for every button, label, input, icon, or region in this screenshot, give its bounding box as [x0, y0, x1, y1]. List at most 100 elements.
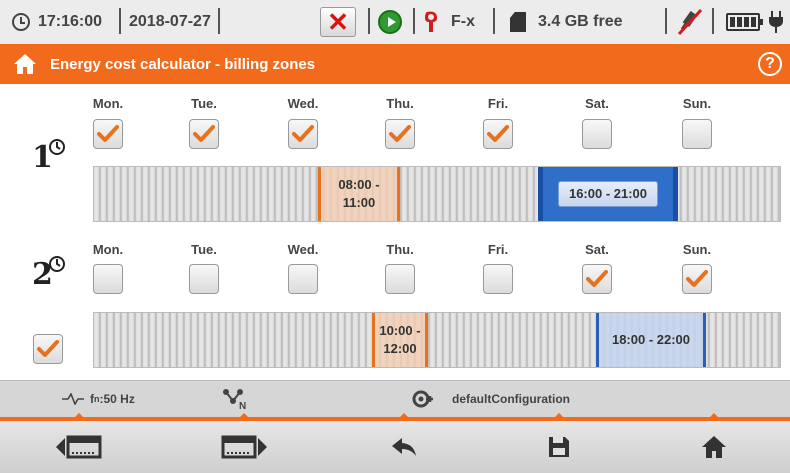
zone-2-range-1[interactable]: 10:00 - 12:00: [372, 313, 428, 367]
clamp-label: F-x: [451, 13, 475, 30]
zone-1-day-label: Sun.: [682, 96, 712, 111]
separator: [413, 8, 415, 34]
zone-1-day-checkbox[interactable]: [93, 119, 123, 149]
frequency-info: f n:50 Hz: [62, 380, 135, 418]
close-icon: ✕: [320, 7, 356, 37]
zone-2-day-label: Sun.: [682, 242, 712, 257]
zone-2-day-checkbox[interactable]: [582, 264, 612, 294]
zone-1-day-checkbox[interactable]: [288, 119, 318, 149]
zone-1-day-label: Fri.: [487, 96, 509, 111]
zone-2-day-checkbox[interactable]: [483, 264, 513, 294]
previous-screen-button[interactable]: [29, 421, 129, 473]
separator: [368, 8, 370, 34]
zone-2-day-checkbox[interactable]: [385, 264, 415, 294]
storage-free: 3.4 GB free: [538, 13, 623, 30]
separator: [665, 8, 667, 34]
zone-1-range-1[interactable]: 08:00 - 11:00: [318, 167, 400, 221]
separator: [119, 8, 121, 34]
back-icon: [392, 438, 416, 456]
checkmark-icon: [292, 125, 314, 142]
tick-marker: [399, 413, 409, 418]
save-button[interactable]: [509, 421, 609, 473]
status-date: 2018-07-27: [129, 13, 211, 30]
usb-disconnected-icon: [677, 8, 703, 36]
zone-1-day-checkbox[interactable]: [682, 119, 712, 149]
back-button[interactable]: [354, 421, 454, 473]
next-screen-icon: [221, 435, 267, 459]
range-start: 08:00 -: [338, 177, 380, 192]
power-plug-icon: [768, 0, 784, 44]
checkmark-icon: [586, 270, 608, 287]
save-icon: [549, 437, 569, 457]
range-end: 11:00: [342, 195, 376, 210]
zone-2-day-checkbox[interactable]: [93, 264, 123, 294]
tick-marker: [239, 413, 249, 418]
stop-button[interactable]: ✕: [320, 0, 356, 44]
storage-indicator: 3.4 GB free: [510, 0, 622, 44]
status-bar: 17:16:00 2018-07-27 ✕ F-x 3.4 GB free: [0, 0, 790, 44]
range-label: 16:00 - 21:00: [557, 181, 659, 207]
zone-1-icon: 1: [30, 135, 66, 175]
zone-2-icon: 2: [30, 252, 66, 292]
clamp-icon: [425, 11, 437, 32]
range-label: 10:00 - 12:00: [379, 322, 420, 358]
sd-card-icon: [510, 12, 526, 32]
tick-marker: [709, 413, 719, 418]
zone-2-day-label: Sat.: [585, 242, 609, 257]
zone-2-day-checkbox[interactable]: [189, 264, 219, 294]
page-title: Energy cost calculator - billing zones: [50, 55, 316, 73]
zone-2-enable-checkbox[interactable]: [33, 334, 63, 364]
zone-1-day-label: Thu.: [386, 96, 414, 111]
checkmark-icon: [97, 125, 119, 142]
battery-indicator: [726, 0, 763, 44]
configuration-info: defaultConfiguration: [412, 380, 570, 418]
tick-marker: [74, 413, 84, 418]
config-name: defaultConfiguration: [452, 392, 570, 406]
zone-2-timeline[interactable]: 10:00 - 12:00 18:00 - 22:00: [93, 312, 781, 368]
title-bar: Energy cost calculator - billing zones ?: [0, 44, 790, 84]
play-icon: [378, 10, 402, 34]
zone-1-day-label: Tue.: [191, 96, 217, 111]
zone-1-day-label: Sat.: [585, 96, 609, 111]
help-button[interactable]: ?: [758, 52, 782, 76]
tick-marker: [554, 413, 564, 418]
separator: [712, 8, 714, 34]
range-label: 18:00 - 22:00: [611, 332, 691, 347]
zone-1-day-checkbox[interactable]: [189, 119, 219, 149]
zone-2-day-checkbox[interactable]: [682, 264, 712, 294]
zone-2-day-label: Mon.: [92, 242, 124, 257]
configuration-icon: [412, 390, 433, 408]
help-icon: ?: [765, 55, 775, 72]
svg-text:N: N: [239, 401, 246, 410]
clock-icon: [12, 13, 30, 31]
next-screen-button[interactable]: [194, 421, 294, 473]
range-start: 10:00 -: [379, 323, 421, 338]
zone-1-day-label: Wed.: [287, 96, 319, 111]
usb-indicator: [675, 0, 703, 44]
checkmark-icon: [389, 125, 411, 142]
home-button[interactable]: [664, 421, 764, 473]
zone-2-day-label: Thu.: [386, 242, 414, 257]
separator: [493, 8, 495, 34]
zone-1-range-2[interactable]: 16:00 - 21:00: [538, 167, 678, 221]
zone-1-timeline[interactable]: 08:00 - 11:00 16:00 - 21:00: [93, 166, 781, 222]
prev-screen-icon: [56, 435, 102, 459]
zone-2-day-label: Fri.: [487, 242, 509, 257]
checkmark-icon: [193, 125, 215, 142]
zone-2-day-label: Wed.: [287, 242, 319, 257]
zone-1-day-checkbox[interactable]: [385, 119, 415, 149]
checkmark-icon: [487, 125, 509, 142]
zone-1-day-checkbox[interactable]: [483, 119, 513, 149]
range-end: 12:00: [383, 341, 417, 356]
frequency-value: :50 Hz: [99, 392, 135, 406]
range-label: 08:00 - 11:00: [338, 176, 379, 212]
zone-1-day-label: Mon.: [92, 96, 124, 111]
home-icon: [702, 436, 726, 458]
record-button[interactable]: [378, 0, 402, 44]
zone-2-day-checkbox[interactable]: [288, 264, 318, 294]
home-button[interactable]: [0, 44, 50, 84]
waveform-icon: [62, 393, 84, 405]
network-type-icon: N: [223, 389, 246, 410]
zone-1-day-checkbox[interactable]: [582, 119, 612, 149]
zone-2-range-2[interactable]: 18:00 - 22:00: [596, 313, 706, 367]
